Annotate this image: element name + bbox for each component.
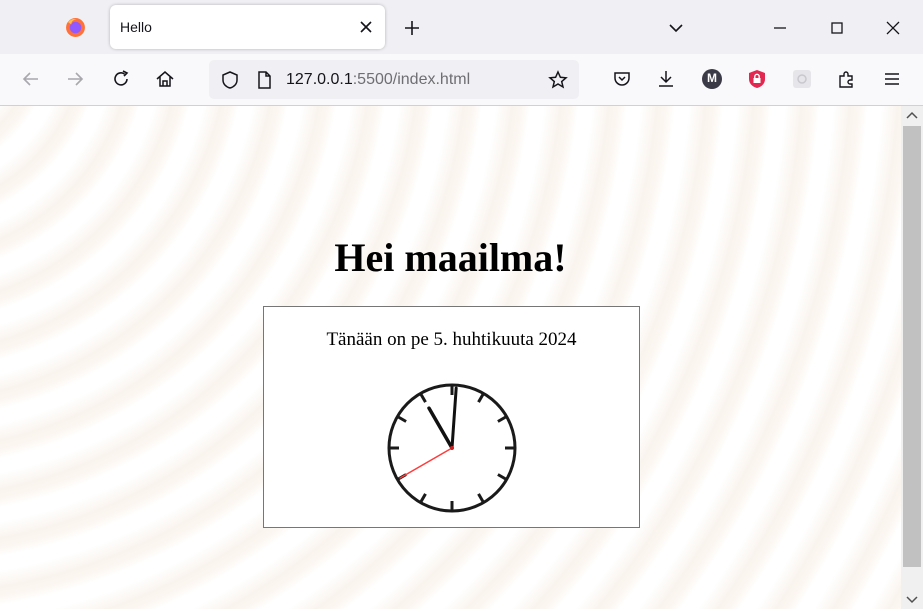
page-icon[interactable] — [253, 69, 275, 91]
analog-clock — [387, 383, 517, 513]
arrow-left-icon[interactable] — [20, 68, 42, 90]
lock-shield-extension-icon[interactable] — [746, 68, 768, 90]
tab-title: Hello — [120, 19, 152, 35]
close-icon[interactable] — [357, 18, 375, 36]
firefox-logo-icon[interactable] — [65, 17, 86, 38]
page-heading: Hei maailma! — [334, 235, 567, 280]
tab-bar: Hello — [0, 0, 923, 54]
url-path: :5500/index.html — [352, 71, 471, 88]
home-icon[interactable] — [154, 68, 176, 90]
hamburger-icon[interactable] — [881, 68, 903, 90]
reload-icon[interactable] — [110, 68, 132, 90]
plus-icon[interactable] — [402, 18, 422, 38]
star-icon[interactable] — [547, 69, 569, 91]
window-close-icon[interactable] — [883, 18, 903, 38]
account-initial: M — [707, 71, 717, 85]
clock-center — [450, 446, 454, 450]
puzzle-icon[interactable] — [836, 68, 858, 90]
account-icon[interactable]: M — [701, 68, 723, 90]
chevron-down-icon[interactable] — [666, 18, 686, 38]
download-icon[interactable] — [655, 68, 677, 90]
page-viewport: Hei maailma! Tänään on pe 5. huhtikuuta … — [0, 106, 901, 609]
pocket-icon[interactable] — [611, 68, 633, 90]
shield-icon[interactable] — [219, 69, 241, 91]
scroll-down-arrow-icon[interactable] — [906, 595, 918, 605]
active-tab[interactable]: Hello — [110, 5, 385, 49]
vertical-scrollbar[interactable] — [901, 106, 923, 609]
scroll-up-arrow-icon[interactable] — [906, 110, 918, 120]
address-bar[interactable]: 127.0.0.1:5500/index.html — [209, 60, 579, 99]
url-text: 127.0.0.1:5500/index.html — [286, 71, 470, 89]
minimize-icon[interactable] — [770, 18, 790, 38]
arrow-right-icon[interactable] — [64, 68, 86, 90]
date-text: Tänään on pe 5. huhtikuuta 2024 — [326, 329, 577, 350]
extension-placeholder-icon[interactable] — [791, 68, 813, 90]
navigation-toolbar: 127.0.0.1:5500/index.html M — [0, 54, 923, 106]
scrollbar-thumb[interactable] — [903, 126, 921, 567]
maximize-icon[interactable] — [827, 18, 847, 38]
clock-card: Tänään on pe 5. huhtikuuta 2024 — [263, 306, 640, 528]
url-host: 127.0.0.1 — [286, 71, 353, 88]
